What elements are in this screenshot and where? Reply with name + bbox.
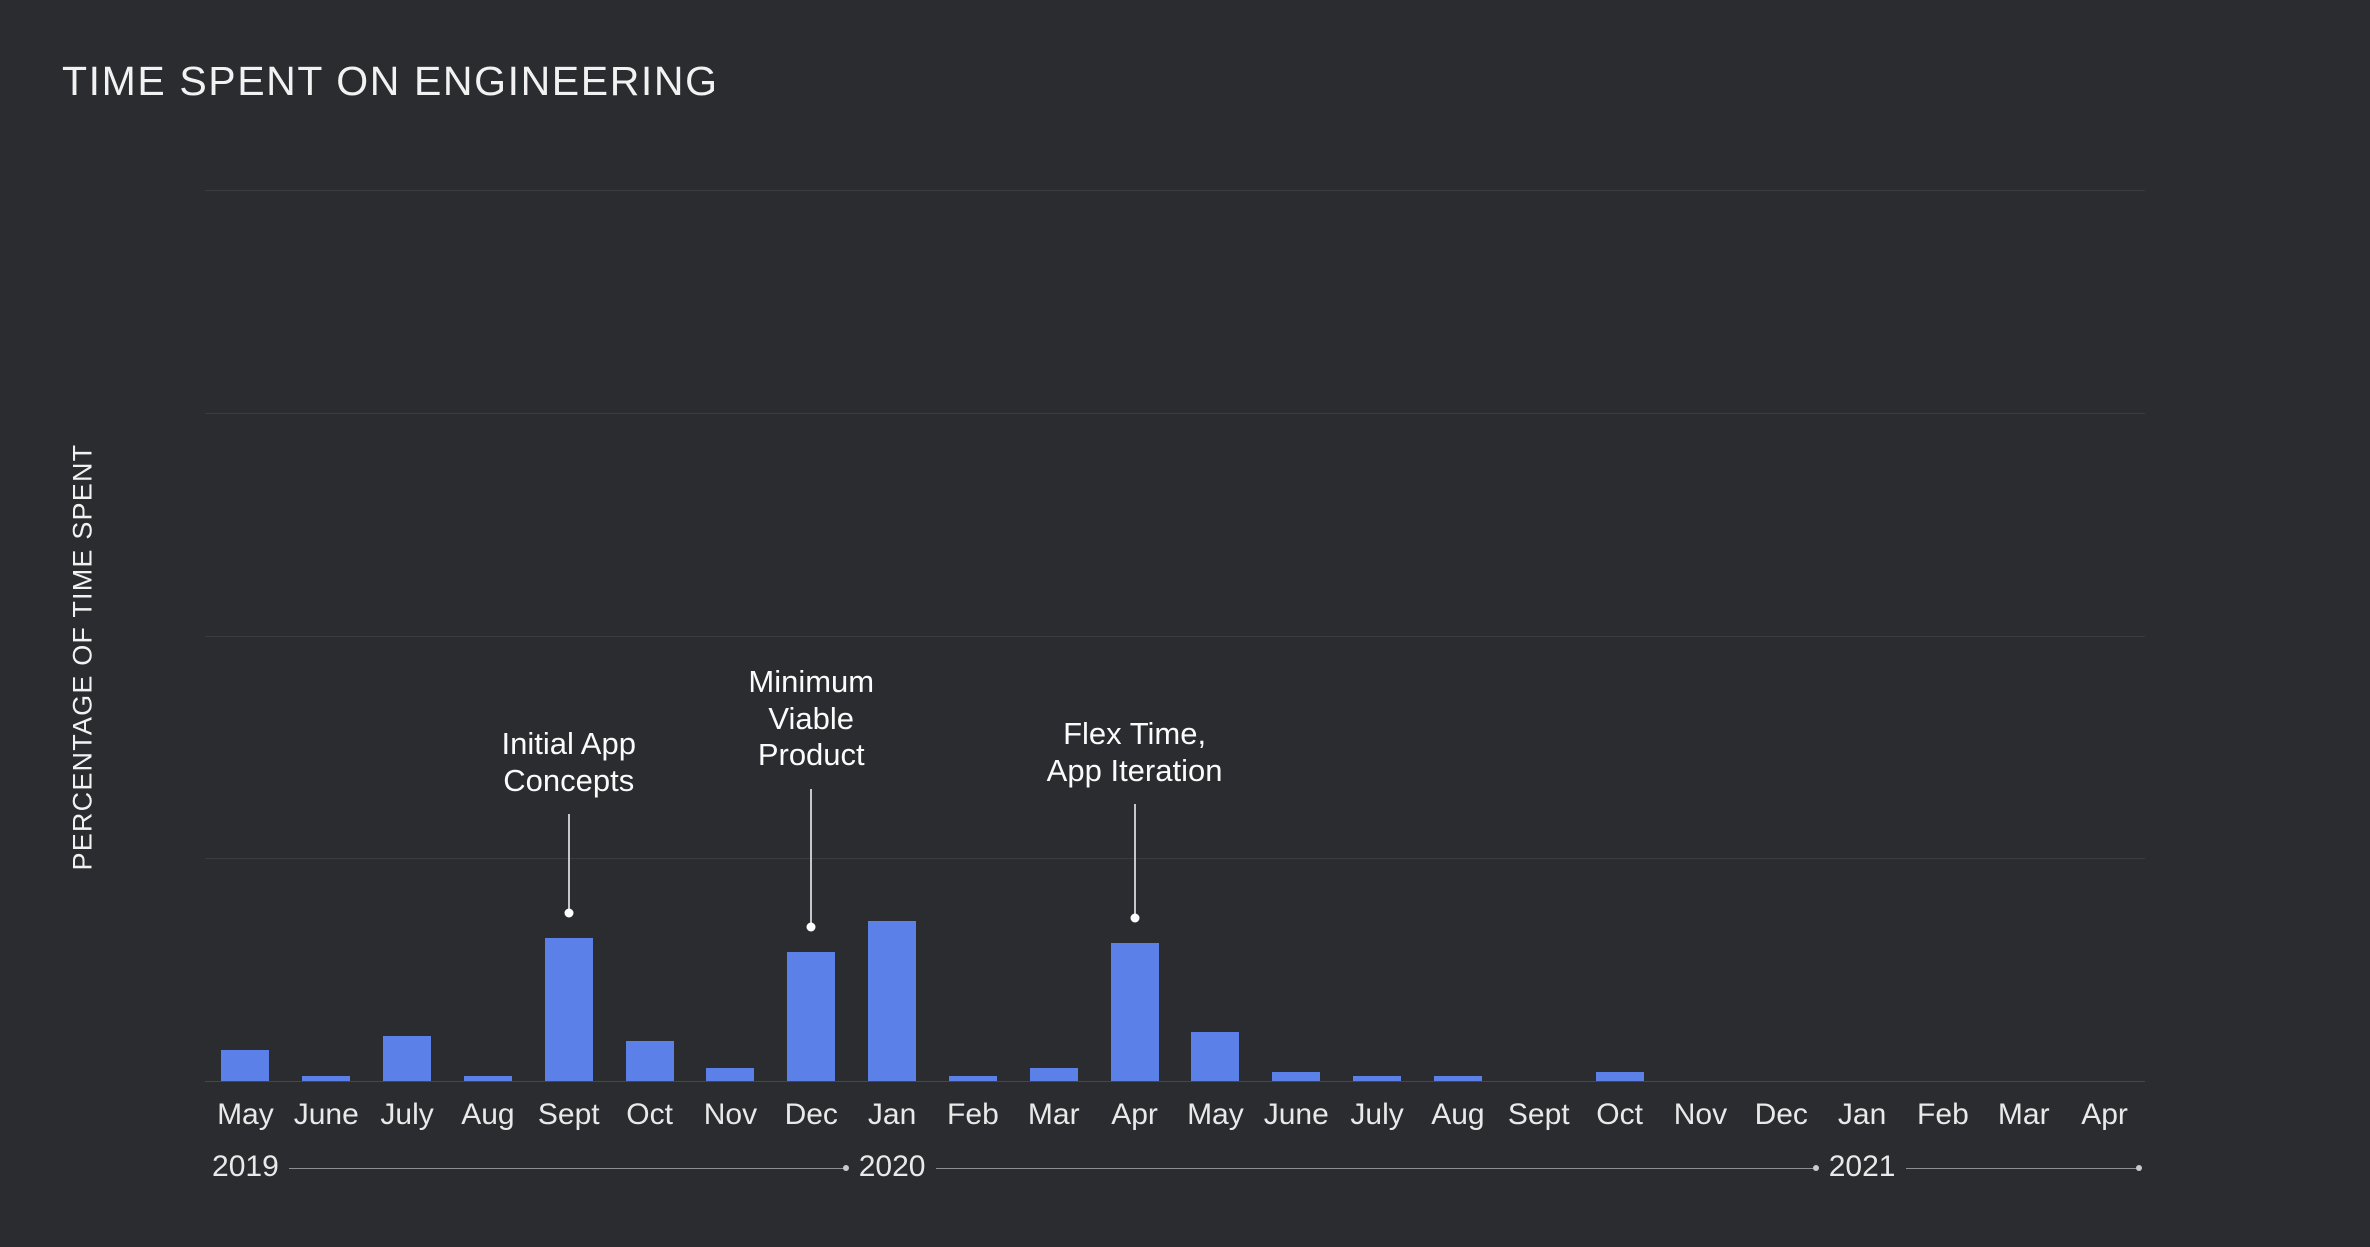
- x-axis-labels: May June July Aug Sept Oct Nov Dec Jan Feb Mar Apr M…: [205, 1098, 2145, 1144]
- bar[interactable]: [1029, 1067, 1078, 1081]
- x-tick-label: July: [380, 1098, 434, 1131]
- x-tick-label: Sept: [1507, 1098, 1570, 1131]
- bar[interactable]: [463, 1076, 512, 1081]
- bar[interactable]: [544, 938, 593, 1081]
- x-axis-year-groups: 2019 2020 2021: [205, 1150, 2145, 1210]
- annotation-leader-line: [810, 789, 813, 927]
- annotation-leader-dot: [564, 908, 574, 918]
- year-group-end-dot: [1812, 1165, 1819, 1171]
- x-tick-label: Dec: [784, 1098, 838, 1131]
- year-group-line: [1906, 1168, 2139, 1169]
- x-tick-label: Jan: [1837, 1098, 1887, 1131]
- x-tick-label: Aug: [461, 1098, 515, 1131]
- x-tick-label: Apr: [2081, 1098, 2128, 1131]
- bar[interactable]: [1353, 1076, 1402, 1081]
- year-group-end-dot: [842, 1165, 849, 1171]
- bar[interactable]: [1272, 1072, 1321, 1081]
- x-tick-label: May: [217, 1098, 274, 1131]
- bar[interactable]: [787, 951, 836, 1081]
- bar[interactable]: [1191, 1032, 1240, 1081]
- bar[interactable]: [868, 920, 917, 1081]
- x-tick-label: Dec: [1754, 1098, 1808, 1131]
- annotation-leader-dot: [806, 922, 816, 932]
- x-tick-label: July: [1350, 1098, 1404, 1131]
- bar[interactable]: [1595, 1072, 1644, 1081]
- annotation-label: Minimum Viable Product: [748, 664, 875, 773]
- bar[interactable]: [1433, 1076, 1482, 1081]
- gridline-0: [205, 1081, 2145, 1082]
- year-group-end-dot: [2136, 1165, 2142, 1171]
- annotation-label: Flex Time, App Iteration: [1046, 716, 1223, 788]
- year-group-label: 2020: [858, 1150, 926, 1183]
- bar[interactable]: [706, 1067, 755, 1081]
- bar[interactable]: [1110, 942, 1159, 1081]
- x-tick-label: May: [1187, 1098, 1244, 1131]
- x-tick-label: Oct: [1596, 1098, 1643, 1131]
- bar-series: [205, 190, 2145, 1081]
- x-tick-label: June: [293, 1098, 359, 1131]
- year-group-label: 2019: [212, 1150, 279, 1183]
- x-tick-label: Jan: [867, 1098, 917, 1131]
- x-tick-label: June: [1263, 1098, 1329, 1131]
- annotation-label: Initial App Concepts: [501, 726, 636, 798]
- annotation-leader-dot: [1130, 913, 1140, 923]
- annotation-leader-line: [1133, 804, 1136, 918]
- chart-root: TIME SPENT ON ENGINEERING PERCENTAGE OF …: [0, 0, 2370, 1247]
- bar[interactable]: [302, 1076, 351, 1081]
- page-title: TIME SPENT ON ENGINEERING: [62, 58, 719, 104]
- x-tick-label: Sept: [537, 1098, 600, 1131]
- bar[interactable]: [221, 1049, 270, 1081]
- x-tick-label: Oct: [626, 1098, 673, 1131]
- x-tick-label: Nov: [703, 1098, 758, 1131]
- x-tick-label: Feb: [1917, 1098, 1969, 1131]
- y-axis-title: PERCENTAGE OF TIME SPENT: [67, 443, 98, 871]
- x-tick-label: Mar: [1997, 1098, 2050, 1131]
- x-tick-label: Aug: [1431, 1098, 1485, 1131]
- x-tick-label: Mar: [1027, 1098, 1080, 1131]
- year-group-line: [936, 1168, 1816, 1169]
- x-tick-label: Nov: [1673, 1098, 1728, 1131]
- x-tick-label: Apr: [1111, 1098, 1158, 1131]
- annotation-leader-line: [567, 814, 570, 914]
- bar[interactable]: [383, 1036, 432, 1081]
- year-group-line: [289, 1168, 846, 1169]
- year-group-label: 2021: [1828, 1150, 1896, 1183]
- bar[interactable]: [625, 1040, 674, 1081]
- x-tick-label: Feb: [947, 1098, 999, 1131]
- bar[interactable]: [948, 1076, 997, 1081]
